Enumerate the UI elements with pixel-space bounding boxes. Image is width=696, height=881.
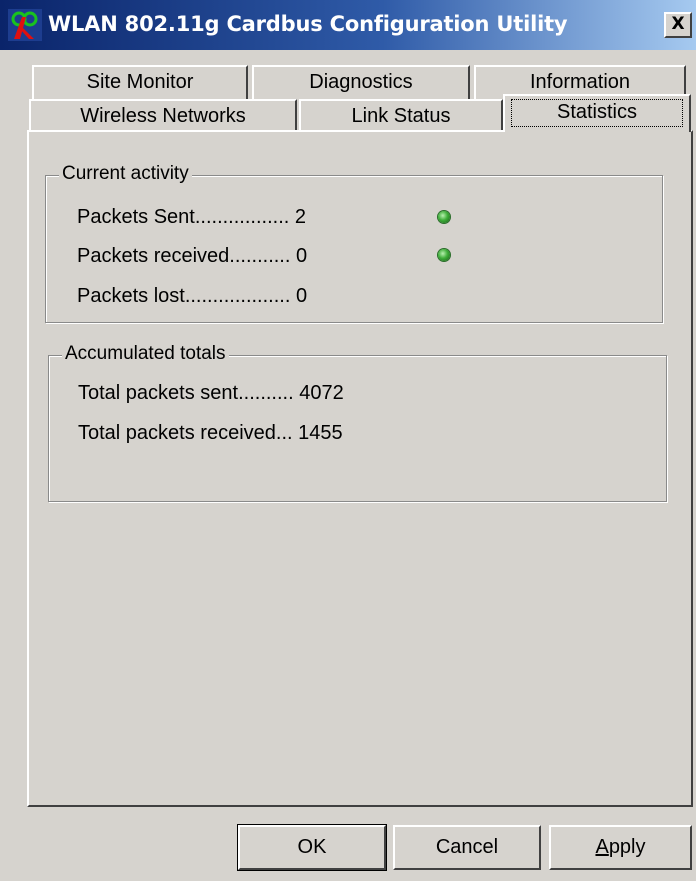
tab-label: Information <box>529 71 631 93</box>
total-packets-received-value: 1455 <box>298 422 343 444</box>
app-logo-icon <box>8 9 42 41</box>
apply-mnemonic: A <box>595 836 609 858</box>
packets-lost-label: Packets lost................... <box>77 285 291 307</box>
packets-lost-value: 0 <box>295 285 308 307</box>
total-packets-sent-row: Total packets sent.......... 4072 <box>78 382 344 405</box>
total-packets-received-label: Total packets received... <box>78 422 293 444</box>
statistics-panel: Current activity Packets Sent...........… <box>27 130 693 807</box>
packets-sent-label: Packets Sent................. <box>77 206 290 228</box>
packets-sent-row: Packets Sent................. 2 <box>77 206 306 229</box>
packets-received-row: Packets received........... 0 <box>77 245 307 268</box>
tab-label: Site Monitor <box>86 71 194 93</box>
packets-received-label: Packets received........... <box>77 245 291 267</box>
tab-label: Statistics <box>511 99 683 127</box>
tab-link-status[interactable]: Link Status <box>299 99 503 132</box>
packets-lost-row: Packets lost................... 0 <box>77 285 307 308</box>
cancel-label: Cancel <box>435 836 499 858</box>
packets-received-led-icon <box>438 249 450 261</box>
tab-label: Diagnostics <box>309 71 413 93</box>
total-packets-sent-value: 4072 <box>299 382 344 404</box>
tab-label: Wireless Networks <box>80 105 246 127</box>
accumulated-totals-legend: Accumulated totals <box>62 343 229 365</box>
close-button[interactable]: X <box>664 12 692 38</box>
tab-site-monitor[interactable]: Site Monitor <box>32 65 248 99</box>
packets-sent-led-icon <box>438 211 450 223</box>
tab-label: Link Status <box>351 105 451 127</box>
ok-label: OK <box>297 836 327 858</box>
packets-received-value: 0 <box>295 245 308 267</box>
apply-label: pply <box>608 836 646 858</box>
apply-button[interactable]: Apply <box>549 825 692 870</box>
title-bar[interactable]: WLAN 802.11g Cardbus Configuration Utili… <box>0 0 696 50</box>
tab-statistics[interactable]: Statistics <box>503 94 691 132</box>
ok-button[interactable]: OK <box>237 824 387 871</box>
total-packets-sent-label: Total packets sent.......... <box>78 382 294 404</box>
window-title: WLAN 802.11g Cardbus Configuration Utili… <box>48 12 568 36</box>
tab-wireless-networks[interactable]: Wireless Networks <box>29 99 297 132</box>
total-packets-received-row: Total packets received... 1455 <box>78 422 343 445</box>
tab-diagnostics[interactable]: Diagnostics <box>252 65 470 99</box>
current-activity-legend: Current activity <box>59 163 192 185</box>
packets-sent-value: 2 <box>294 206 306 228</box>
cancel-button[interactable]: Cancel <box>393 825 541 870</box>
